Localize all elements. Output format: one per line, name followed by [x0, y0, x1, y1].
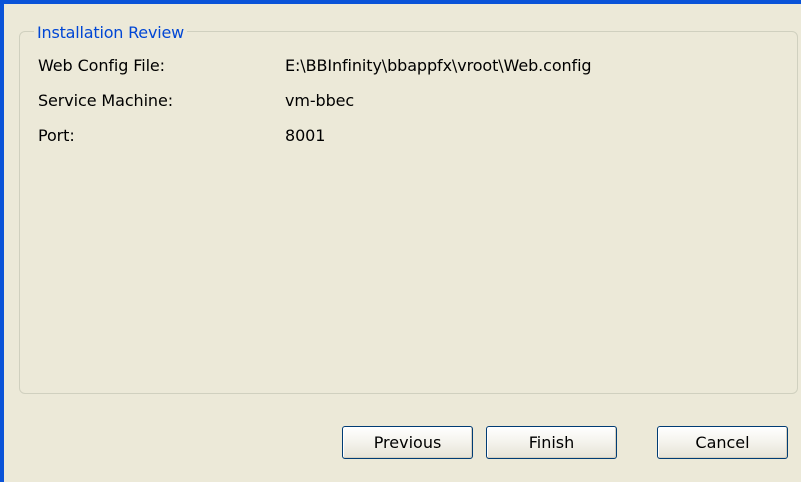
cancel-button[interactable]: Cancel	[657, 426, 788, 459]
port-value: 8001	[285, 126, 326, 145]
service-machine-value: vm-bbec	[285, 91, 355, 110]
finish-button[interactable]: Finish	[486, 426, 617, 459]
previous-button[interactable]: Previous	[342, 426, 473, 459]
web-config-file-value: E:\BBInfinity\bbappfx\vroot\Web.config	[285, 56, 592, 75]
installation-review-groupbox	[19, 31, 798, 394]
port-label: Port:	[38, 126, 75, 145]
groupbox-title: Installation Review	[34, 24, 187, 42]
service-machine-label: Service Machine:	[38, 91, 173, 110]
web-config-file-label: Web Config File:	[38, 56, 165, 75]
